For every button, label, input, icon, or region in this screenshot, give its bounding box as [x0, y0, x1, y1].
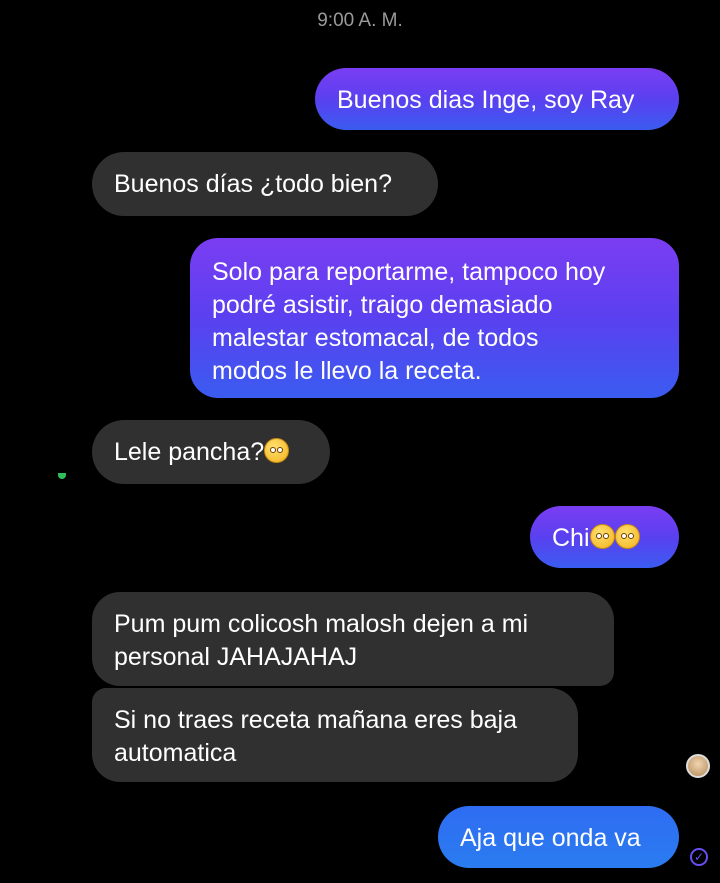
check-circle-icon: ✓	[690, 848, 708, 866]
message-line: Si no traes receta mañana eres baja	[114, 706, 518, 734]
message-outgoing-1[interactable]: Buenos dias Inge, soy Ray	[315, 68, 679, 130]
rolling-laughing-emoji-icon	[614, 524, 640, 549]
message-line: Pum pum colicosh malosh dejen a mi	[114, 610, 529, 638]
message-outgoing-3[interactable]: Chi	[530, 506, 679, 568]
message-text: Aja que onda va	[460, 824, 641, 852]
message-text: Buenos días ¿todo bien?	[114, 170, 392, 198]
message-outgoing-2[interactable]: Solo para reportarme, tampoco hoy podré …	[190, 238, 679, 398]
message-text: Chi	[552, 524, 590, 552]
message-line: Solo para reportarme, tampoco hoy	[212, 258, 606, 286]
contact-avatar[interactable]	[686, 754, 710, 778]
message-line: automatica	[114, 739, 237, 767]
message-line: malestar estomacal, de todos	[212, 324, 539, 352]
message-incoming-3[interactable]: Pum pum colicosh malosh dejen a mi perso…	[92, 592, 614, 686]
message-text: Lele pancha?	[114, 438, 265, 466]
message-line: personal JAHAJAHAJ	[114, 643, 358, 671]
chat-timestamp: 9:00 A. M.	[317, 10, 403, 31]
message-line: podré asistir, traigo demasiado	[212, 291, 553, 319]
message-line: modos le llevo la receta.	[212, 357, 482, 385]
pleading-face-emoji-icon	[264, 438, 290, 463]
message-outgoing-4[interactable]: Aja que onda va	[438, 806, 679, 868]
message-incoming-2[interactable]: Lele pancha?	[92, 420, 330, 484]
presence-dot	[58, 473, 66, 479]
message-incoming-4[interactable]: Si no traes receta mañana eres baja auto…	[92, 688, 578, 782]
sleepy-face-emoji-icon	[589, 524, 615, 549]
message-incoming-1[interactable]: Buenos días ¿todo bien?	[92, 152, 438, 216]
message-text: Buenos dias Inge, soy Ray	[337, 86, 635, 114]
